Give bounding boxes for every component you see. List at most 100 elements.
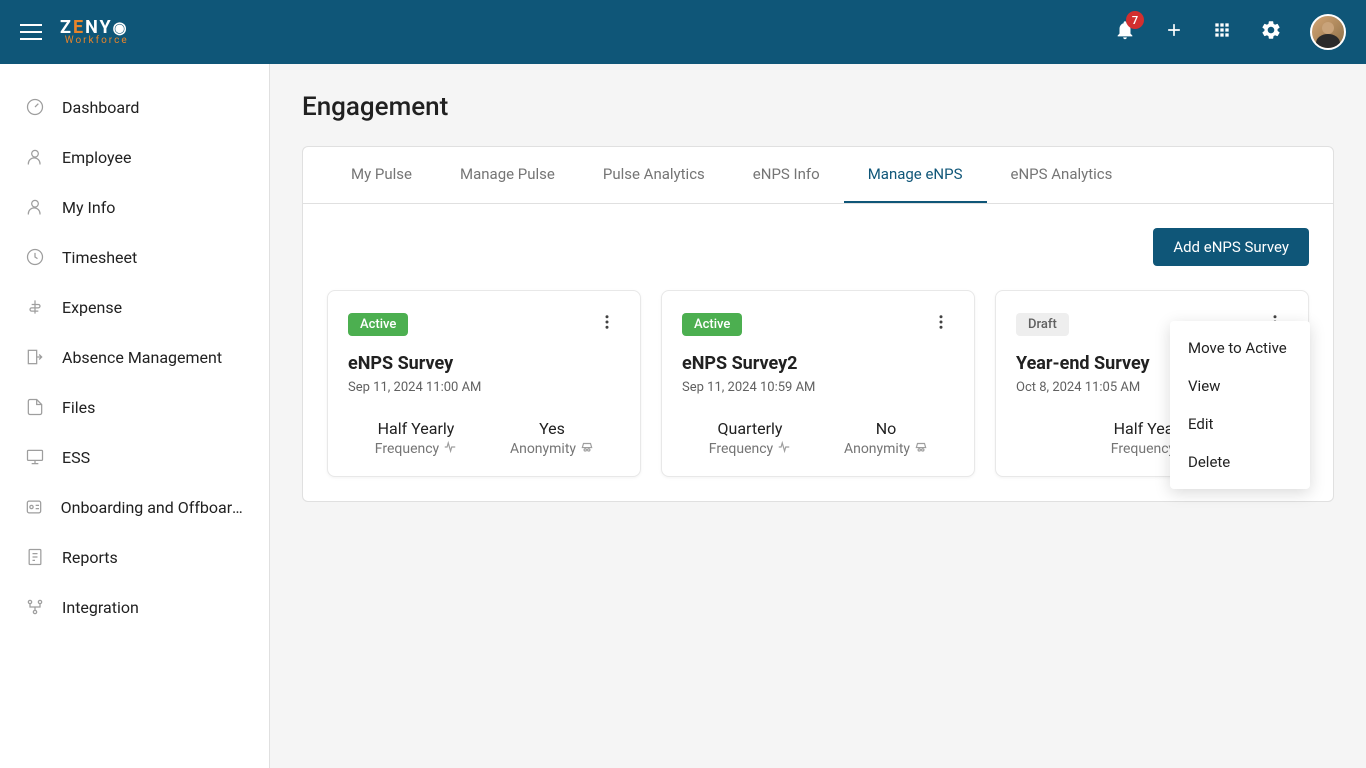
sidebar-item-ess[interactable]: ESS [0, 432, 269, 482]
content-panel: My Pulse Manage Pulse Pulse Analytics eN… [302, 146, 1334, 502]
sidebar-item-onboarding[interactable]: Onboarding and Offboardi... [0, 482, 269, 532]
card-title: eNPS Survey2 [682, 353, 954, 374]
dropdown-item-delete[interactable]: Delete [1170, 443, 1310, 481]
tab-content: Add eNPS Survey Active eNPS Survey Sep 1… [303, 204, 1333, 501]
tab-enps-analytics[interactable]: eNPS Analytics [987, 147, 1137, 203]
stat-anonymity: Yes Anonymity [484, 419, 620, 458]
tab-manage-enps[interactable]: Manage eNPS [844, 147, 987, 203]
sidebar-item-label: Files [62, 398, 95, 417]
stat-value: Half Yearly [348, 419, 484, 438]
sidebar-item-integration[interactable]: Integration [0, 582, 269, 632]
sidebar-item-reports[interactable]: Reports [0, 532, 269, 582]
stat-value: Yes [484, 419, 620, 438]
clock-icon [24, 246, 46, 268]
gauge-icon [24, 96, 46, 118]
sidebar-item-label: Reports [62, 548, 118, 567]
more-vert-icon [932, 313, 950, 331]
app-logo: ZENY◉ Workforce [60, 19, 129, 46]
screen-icon [24, 446, 46, 468]
sidebar-item-label: Dashboard [62, 98, 139, 117]
sidebar-item-timesheet[interactable]: Timesheet [0, 232, 269, 282]
tab-my-pulse[interactable]: My Pulse [327, 147, 436, 203]
sidebar-item-dashboard[interactable]: Dashboard [0, 82, 269, 132]
money-icon [24, 296, 46, 318]
add-button[interactable] [1164, 20, 1184, 44]
plus-icon [1164, 20, 1184, 40]
notification-badge: 7 [1126, 11, 1144, 29]
status-badge: Active [682, 313, 742, 336]
sidebar-item-label: ESS [62, 448, 90, 467]
stat-label: Frequency [348, 440, 484, 458]
stat-value: Quarterly [682, 419, 818, 438]
card-stats: Quarterly Frequency No Anonymity [682, 419, 954, 458]
add-enps-survey-button[interactable]: Add eNPS Survey [1153, 228, 1309, 266]
more-vert-icon [598, 313, 616, 331]
survey-card: Draft Year-end Survey Oct 8, 2024 11:05 … [995, 290, 1309, 477]
pulse-icon [443, 440, 457, 458]
stat-value: No [818, 419, 954, 438]
stat-label: Frequency [682, 440, 818, 458]
sidebar-item-employee[interactable]: Employee [0, 132, 269, 182]
dropdown-item-view[interactable]: View [1170, 367, 1310, 405]
status-badge: Draft [1016, 313, 1069, 336]
sidebar: Dashboard Employee My Info Timesheet Exp… [0, 64, 270, 768]
status-badge: Active [348, 313, 408, 336]
stat-label: Anonymity [818, 440, 954, 458]
sidebar-item-label: Employee [62, 148, 131, 167]
report-icon [24, 546, 46, 568]
card-stats: Half Yearly Frequency Yes Anonymity [348, 419, 620, 458]
tab-pulse-analytics[interactable]: Pulse Analytics [579, 147, 729, 203]
dropdown-item-move-to-active[interactable]: Move to Active [1170, 329, 1310, 367]
main-content: Engagement My Pulse Manage Pulse Pulse A… [270, 64, 1366, 768]
tab-manage-pulse[interactable]: Manage Pulse [436, 147, 579, 203]
sidebar-item-label: Onboarding and Offboardi... [61, 498, 245, 517]
card-date: Sep 11, 2024 10:59 AM [682, 380, 954, 395]
stat-frequency: Half Yearly Frequency [348, 419, 484, 458]
apps-button[interactable] [1212, 20, 1232, 44]
card-dropdown-menu: Move to Active View Edit Delete [1170, 321, 1310, 489]
stat-anonymity: No Anonymity [818, 419, 954, 458]
survey-card: Active eNPS Survey Sep 11, 2024 11:00 AM… [327, 290, 641, 477]
settings-button[interactable] [1260, 19, 1282, 45]
card-header: Active [348, 309, 620, 339]
sidebar-item-label: Integration [62, 598, 139, 617]
badge-icon [24, 496, 45, 518]
exit-icon [24, 346, 46, 368]
sidebar-item-files[interactable]: Files [0, 382, 269, 432]
stat-frequency: Quarterly Frequency [682, 419, 818, 458]
card-header: Active [682, 309, 954, 339]
sidebar-item-label: Absence Management [62, 348, 222, 367]
pulse-icon [777, 440, 791, 458]
notifications-button[interactable]: 7 [1114, 19, 1136, 45]
page-title: Engagement [302, 92, 1334, 122]
header-right: 7 [1114, 14, 1346, 50]
grid-icon [1212, 20, 1232, 40]
card-menu-button[interactable] [928, 309, 954, 339]
action-bar: Add eNPS Survey [327, 228, 1309, 266]
sidebar-item-myinfo[interactable]: My Info [0, 182, 269, 232]
survey-cards: Active eNPS Survey Sep 11, 2024 11:00 AM… [327, 290, 1309, 477]
user-avatar[interactable] [1310, 14, 1346, 50]
tab-enps-info[interactable]: eNPS Info [729, 147, 844, 203]
anonymity-icon [914, 440, 928, 458]
menu-toggle-button[interactable] [20, 24, 42, 40]
anonymity-icon [580, 440, 594, 458]
sidebar-item-label: Expense [62, 298, 122, 317]
sidebar-item-absence[interactable]: Absence Management [0, 332, 269, 382]
sidebar-item-label: My Info [62, 198, 115, 217]
stat-label: Anonymity [484, 440, 620, 458]
card-menu-button[interactable] [594, 309, 620, 339]
nodes-icon [24, 596, 46, 618]
dropdown-item-edit[interactable]: Edit [1170, 405, 1310, 443]
person-icon [24, 196, 46, 218]
sidebar-item-expense[interactable]: Expense [0, 282, 269, 332]
person-icon [24, 146, 46, 168]
sidebar-item-label: Timesheet [62, 248, 137, 267]
layout: Dashboard Employee My Info Timesheet Exp… [0, 64, 1366, 768]
tabs: My Pulse Manage Pulse Pulse Analytics eN… [303, 147, 1333, 204]
card-title: eNPS Survey [348, 353, 620, 374]
gear-icon [1260, 19, 1282, 41]
card-date: Sep 11, 2024 11:00 AM [348, 380, 620, 395]
header-left: ZENY◉ Workforce [20, 19, 129, 46]
app-header: ZENY◉ Workforce 7 [0, 0, 1366, 64]
